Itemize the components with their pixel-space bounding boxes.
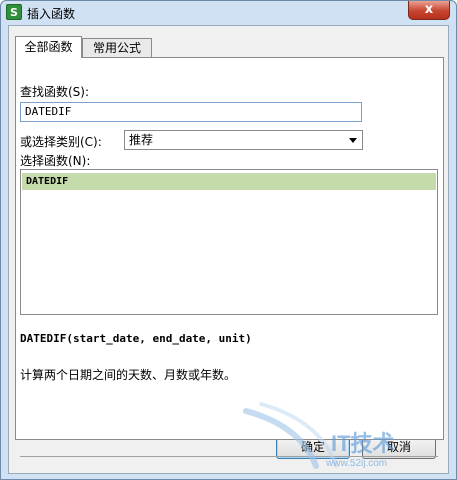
function-list-label: 选择函数(N): — [20, 154, 91, 168]
category-select[interactable]: 推荐 — [124, 130, 363, 150]
dialog-client-area: 全部函数 常用公式 查找函数(S): DATEDIF 或选择类别(C): 推荐 … — [8, 25, 449, 474]
tab-all-functions[interactable]: 全部函数 — [15, 36, 82, 58]
divider — [20, 456, 438, 457]
function-signature: DATEDIF(start_date, end_date, unit) — [20, 332, 252, 345]
search-input[interactable]: DATEDIF — [20, 102, 362, 122]
category-selected-value: 推荐 — [129, 133, 154, 147]
category-label: 或选择类别(C): — [20, 135, 102, 149]
function-list[interactable]: DATEDIF — [20, 169, 438, 315]
search-label: 查找函数(S): — [20, 85, 90, 99]
tab-panel: 查找函数(S): DATEDIF 或选择类别(C): 推荐 选择函数(N): D… — [15, 57, 444, 457]
insert-function-dialog: S 插入函数 x 全部函数 常用公式 查找函数(S): DATEDIF 或选择类… — [0, 0, 457, 480]
list-item[interactable]: DATEDIF — [22, 173, 436, 190]
dropdown-arrow-icon[interactable] — [349, 138, 357, 143]
title-bar[interactable]: S 插入函数 x — [1, 1, 456, 23]
function-description: 计算两个日期之间的天数、月数或年数。 — [20, 368, 237, 382]
tab-common-formulas[interactable]: 常用公式 — [82, 38, 152, 57]
wps-spreadsheet-icon: S — [6, 4, 22, 20]
close-button[interactable]: x — [408, 1, 450, 20]
window-title: 插入函数 — [27, 7, 76, 21]
